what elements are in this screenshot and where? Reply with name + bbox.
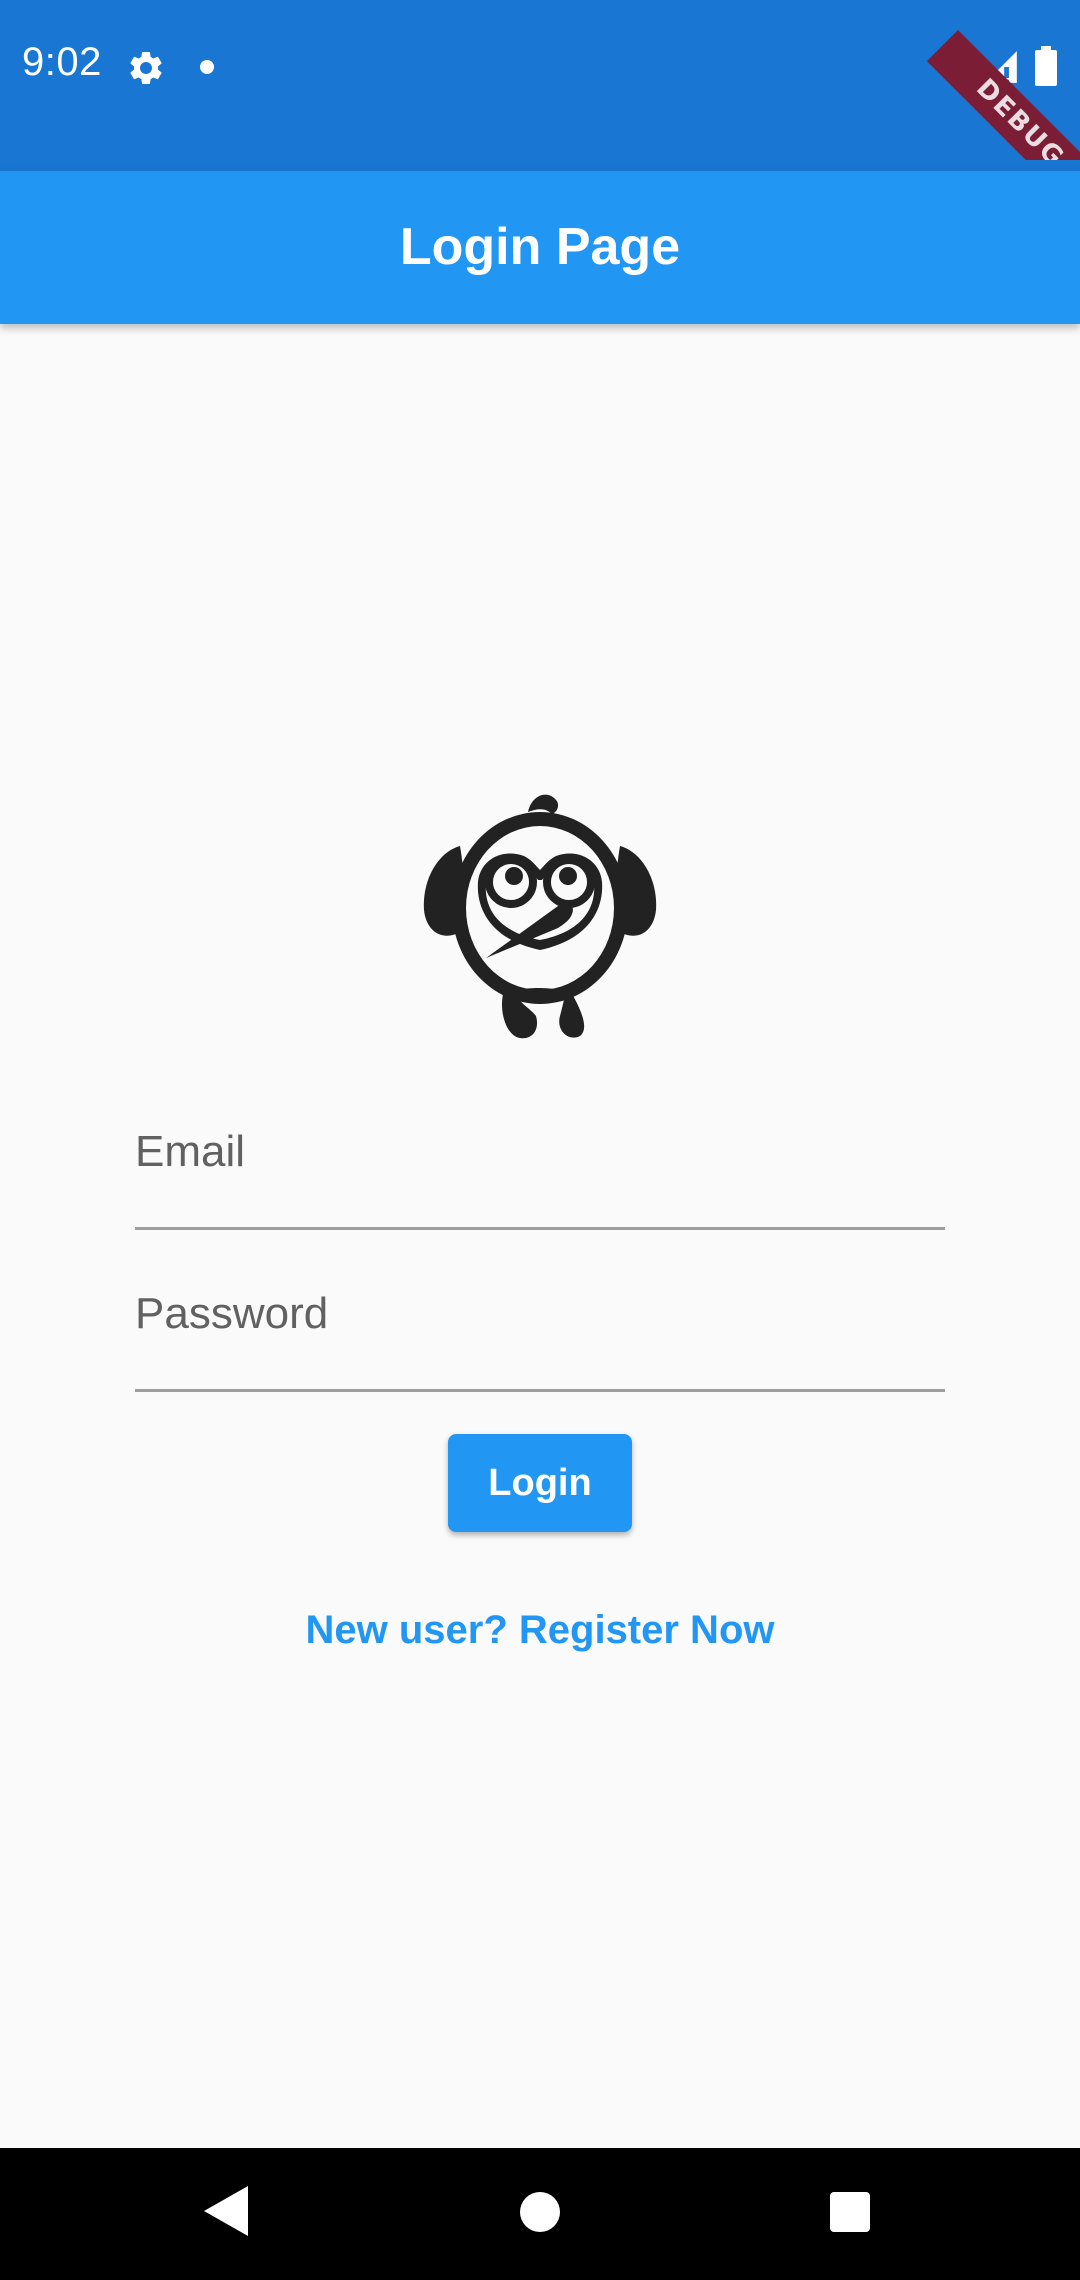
status-time: 9:02 bbox=[22, 40, 102, 84]
password-field-container bbox=[135, 1272, 945, 1392]
notification-dot-icon bbox=[200, 60, 214, 74]
recents-icon[interactable] bbox=[830, 2192, 870, 2232]
login-screen: 9:02 DEBUG Login Page Email Login New us… bbox=[0, 0, 1080, 2280]
register-link[interactable]: New user? Register Now bbox=[0, 1600, 1080, 1660]
status-bar: 9:02 bbox=[0, 0, 1080, 171]
login-button[interactable]: Login bbox=[448, 1434, 632, 1532]
wifi-icon bbox=[937, 52, 979, 85]
gear-icon bbox=[130, 51, 162, 84]
page-title: Login Page bbox=[399, 218, 681, 276]
email-field-container bbox=[135, 1110, 945, 1230]
signal-icon bbox=[985, 51, 1017, 83]
email-field[interactable] bbox=[135, 1110, 945, 1227]
password-field[interactable] bbox=[135, 1272, 945, 1389]
app-bar: Login Page bbox=[0, 171, 1080, 324]
back-icon[interactable] bbox=[204, 2186, 248, 2236]
home-icon[interactable] bbox=[520, 2192, 560, 2232]
bird-logo-icon bbox=[423, 794, 657, 1039]
navigation-bar bbox=[0, 2148, 1080, 2280]
battery-icon bbox=[1035, 46, 1057, 86]
